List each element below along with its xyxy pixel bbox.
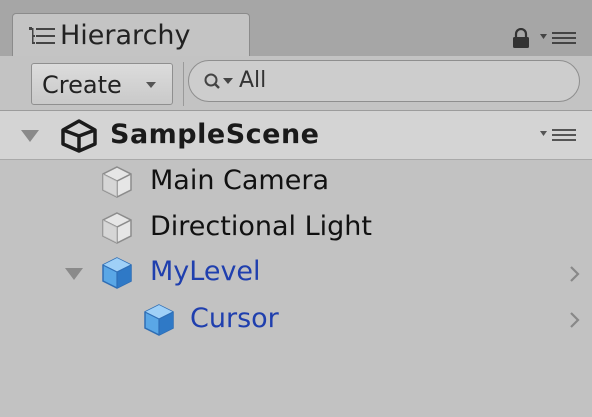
prefab-cube-icon	[102, 257, 132, 289]
hierarchy-item-cursor[interactable]: Cursor	[0, 298, 592, 344]
hierarchy-list-icon	[29, 27, 55, 44]
tab-strip: Hierarchy	[0, 0, 592, 57]
hierarchy-item-mylevel[interactable]: MyLevel	[0, 252, 592, 298]
tab-hierarchy[interactable]: Hierarchy	[12, 13, 250, 57]
search-field[interactable]	[188, 60, 580, 102]
tab-label: Hierarchy	[60, 20, 191, 51]
scene-name: SampleScene	[110, 119, 320, 150]
foldout-expanded-icon[interactable]	[64, 266, 84, 282]
hierarchy-toolbar: Create	[0, 56, 592, 111]
hierarchy-item-main-camera[interactable]: Main Camera	[0, 160, 592, 206]
item-label: Main Camera	[150, 165, 329, 196]
unity-logo-icon	[61, 119, 97, 153]
item-label: MyLevel	[150, 256, 261, 287]
toolbar-divider	[183, 62, 184, 106]
chevron-right-icon[interactable]	[568, 265, 580, 283]
create-button-label: Create	[42, 71, 122, 99]
panel-menu-icon[interactable]	[540, 31, 576, 45]
dropdown-caret-icon	[146, 82, 156, 88]
search-icon[interactable]	[203, 71, 237, 91]
scene-menu-icon[interactable]	[540, 128, 576, 142]
gameobject-cube-icon	[102, 166, 132, 198]
prefab-cube-icon	[144, 304, 174, 336]
search-input[interactable]	[239, 64, 539, 96]
chevron-right-icon[interactable]	[568, 311, 580, 329]
item-label: Cursor	[190, 303, 279, 334]
scene-header-row[interactable]: SampleScene	[0, 111, 592, 160]
lock-icon[interactable]	[512, 28, 530, 48]
item-label: Directional Light	[150, 211, 372, 242]
hierarchy-item-directional-light[interactable]: Directional Light	[0, 206, 592, 252]
create-button[interactable]: Create	[31, 63, 173, 105]
foldout-expanded-icon[interactable]	[20, 128, 40, 144]
gameobject-cube-icon	[102, 212, 132, 244]
